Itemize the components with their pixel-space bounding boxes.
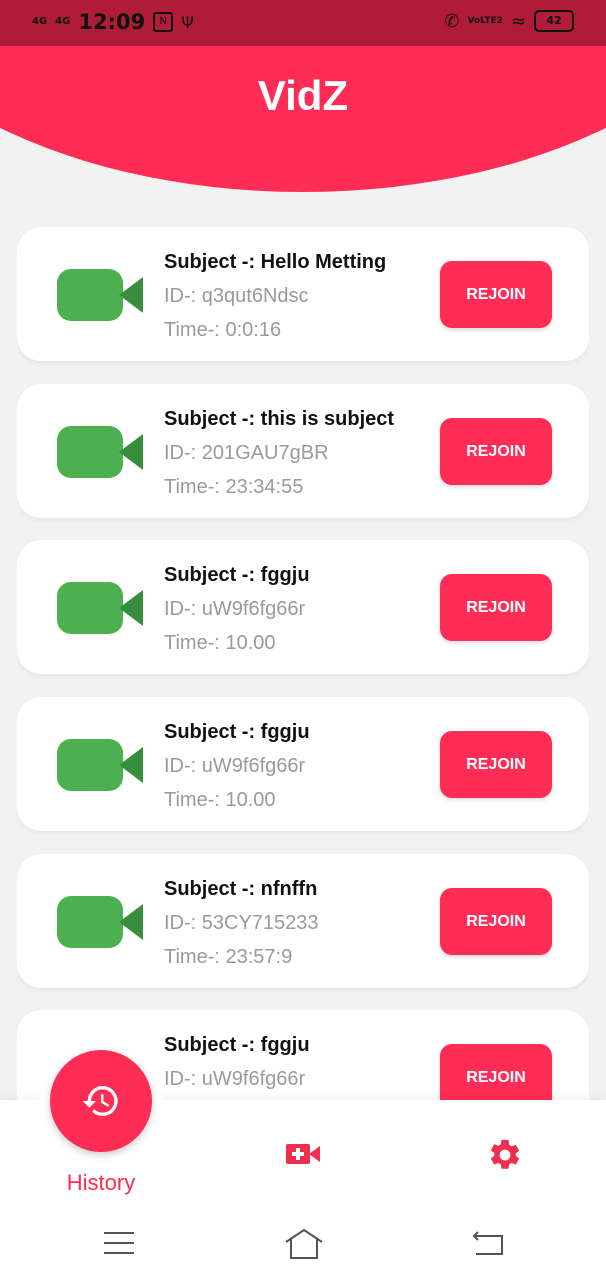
new-meeting-tab[interactable]	[286, 1140, 320, 1168]
app-header: VidZ	[0, 46, 606, 192]
network-label: VoLTE2	[467, 16, 503, 26]
battery-icon: 42	[534, 10, 574, 32]
rejoin-button[interactable]: REJOIN	[440, 731, 552, 798]
video-plus-icon	[286, 1144, 320, 1164]
recents-menu-icon[interactable]	[104, 1232, 134, 1262]
video-camera-icon	[57, 582, 143, 634]
meeting-card: Subject -: fggju ID-: uW9f6fg66r Time-: …	[17, 697, 589, 831]
status-time: 12:09	[78, 10, 146, 34]
meeting-time: Time-: 0:0:16	[164, 319, 282, 341]
video-camera-icon	[57, 426, 143, 478]
signal-2-label: 4G	[55, 16, 71, 27]
meeting-time: Time-: 10.00	[164, 789, 276, 811]
rejoin-button[interactable]: REJOIN	[440, 574, 552, 641]
app-title: VidZ	[257, 72, 349, 119]
system-navigation-bar	[0, 1210, 606, 1280]
history-icon	[82, 1086, 118, 1116]
meeting-subject: Subject -: nfnffn	[164, 878, 318, 900]
meeting-card: Subject -: fggju ID-: uW9f6fg66r Time-: …	[17, 540, 589, 674]
meeting-history-list[interactable]: Subject -: Hello Metting ID-: q3qut6Ndsc…	[17, 227, 589, 1100]
usb-icon: Ψ	[181, 12, 194, 32]
meeting-card: Subject -: nfnffn ID-: 53CY715233 Time-:…	[17, 854, 589, 988]
wifi-icon: ≈	[510, 10, 526, 32]
meeting-card: Subject -: Hello Metting ID-: q3qut6Ndsc…	[17, 227, 589, 361]
meeting-subject: Subject -: Hello Metting	[164, 251, 387, 273]
meeting-id: ID-: uW9f6fg66r	[164, 755, 306, 777]
meeting-subject: Subject -: this is subject	[164, 408, 395, 430]
meeting-id: ID-: uW9f6fg66r	[164, 1068, 306, 1090]
settings-tab[interactable]	[487, 1137, 523, 1173]
meeting-time: Time-: 10.00	[164, 632, 276, 654]
meeting-subject: Subject -: fggju	[164, 721, 310, 743]
meeting-time: Time-: 23:34:55	[164, 476, 304, 498]
status-bar: 4G 4G 12:09 N Ψ ✆ VoLTE2 ≈ 42	[0, 0, 606, 46]
meeting-id: ID-: 201GAU7gBR	[164, 442, 329, 464]
meeting-id: ID-: 53CY715233	[164, 912, 319, 934]
meeting-id: ID-: q3qut6Ndsc	[164, 285, 309, 307]
call-icon: ✆	[444, 10, 460, 32]
video-camera-icon	[57, 896, 143, 948]
rejoin-button[interactable]: REJOIN	[440, 1044, 552, 1100]
meeting-id: ID-: uW9f6fg66r	[164, 598, 306, 620]
home-icon[interactable]	[284, 1228, 324, 1260]
notification-icon: N	[153, 12, 174, 32]
meeting-subject: Subject -: fggju	[164, 564, 310, 586]
history-tab-label[interactable]: History	[40, 1170, 162, 1196]
back-icon[interactable]	[472, 1230, 504, 1256]
meeting-card: Subject -: this is subject ID-: 201GAU7g…	[17, 384, 589, 518]
signal-1-label: 4G	[32, 16, 48, 27]
meeting-subject: Subject -: fggju	[164, 1034, 310, 1056]
history-tab-button[interactable]	[50, 1050, 152, 1152]
meeting-time: Time-: 23:57:9	[164, 946, 293, 968]
gear-icon	[490, 1139, 520, 1169]
rejoin-button[interactable]: REJOIN	[440, 261, 552, 328]
video-camera-icon	[57, 739, 143, 791]
rejoin-button[interactable]: REJOIN	[440, 418, 552, 485]
rejoin-button[interactable]: REJOIN	[440, 888, 552, 955]
video-camera-icon	[57, 269, 143, 321]
